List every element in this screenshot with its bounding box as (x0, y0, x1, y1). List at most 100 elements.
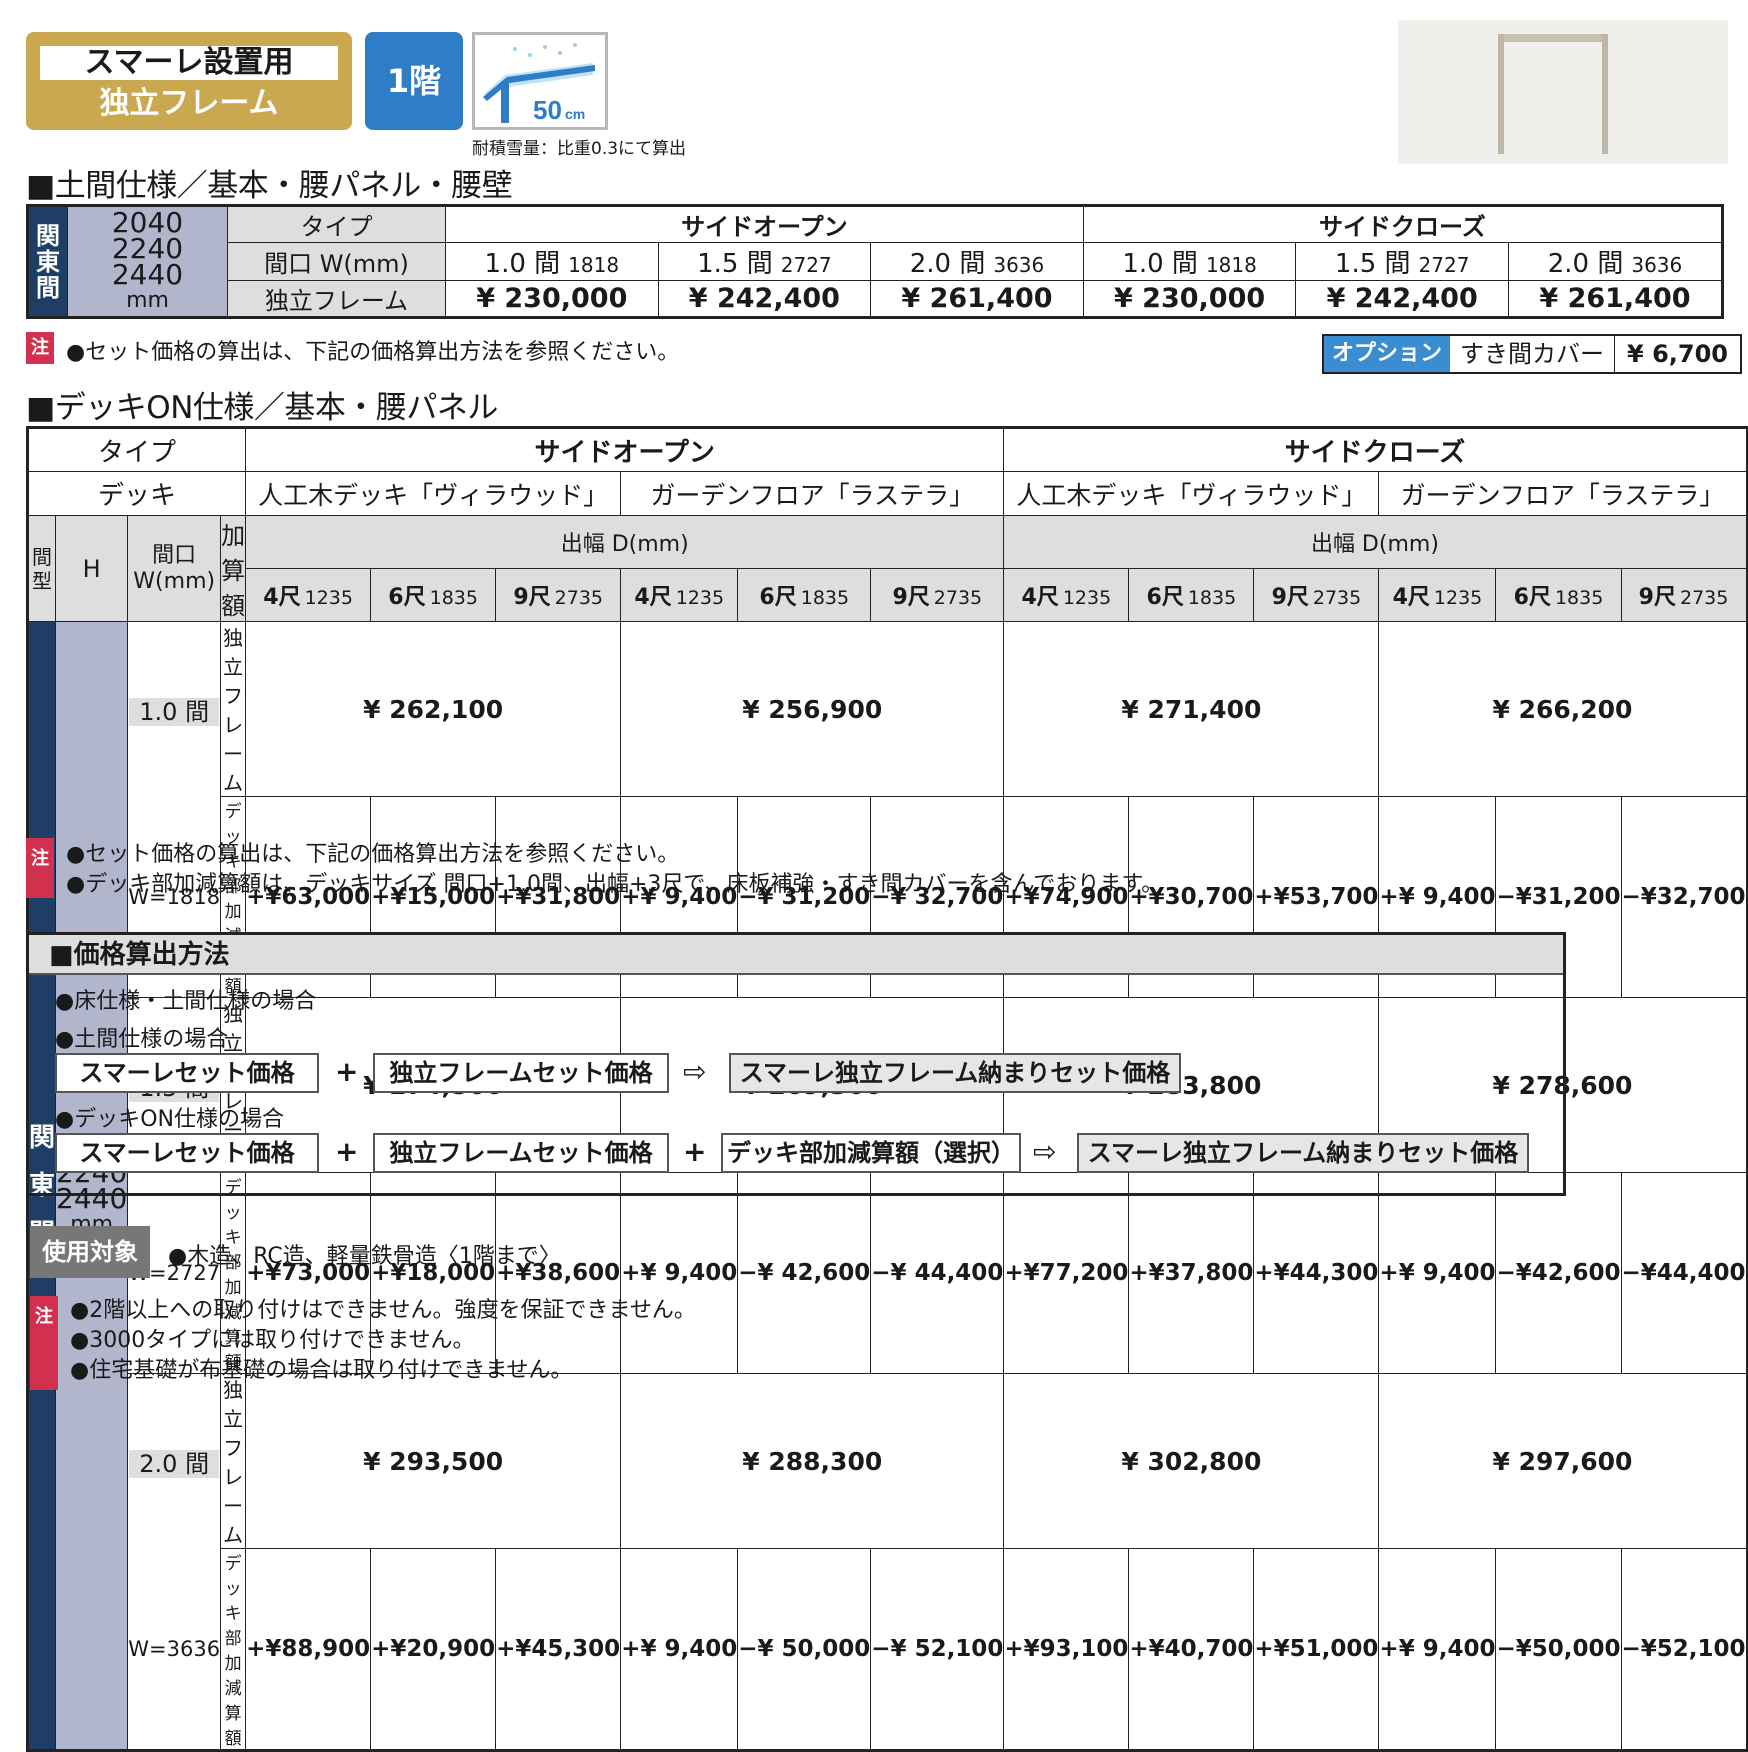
depth-cell: 9尺 2735 (1620, 568, 1748, 622)
depth-sub: 1835 (1554, 587, 1604, 609)
note-label: 注 (26, 332, 54, 364)
deck-add-value: −¥ 44,400 (870, 1172, 1005, 1374)
width-main: 1.0 間 (484, 249, 561, 279)
snow-load-icon: 50 cm (472, 32, 608, 130)
width-sub: 3636 (1631, 253, 1683, 277)
box-smare-2: スマーレセット価格 (55, 1133, 319, 1173)
frame-price: ¥ 266,200 (1378, 621, 1748, 797)
section2-note-2: ●デッキ部加減算額は、デッキサイズ 間口+1.0間、出幅+3尺で、床板補強・すき… (66, 872, 1164, 897)
depth-sub: 1835 (800, 587, 850, 609)
arrow-1: ⇨ (683, 1055, 707, 1088)
plus-3: + (683, 1135, 707, 1168)
deck-add-value: −¥32,700 (1620, 796, 1748, 998)
deck-add-value: −¥52,100 (1620, 1548, 1748, 1751)
box-frame-1: 独立フレームセット価格 (373, 1053, 669, 1093)
frame-row: 2.0 間独立フレーム ¥ 293,500 ¥ 288,300 ¥ 302,800 ¥ … (28, 1373, 1748, 1549)
depth-cell: 6尺 1835 (1495, 568, 1622, 622)
depth-cell: 6尺 1835 (1128, 568, 1255, 622)
section2-heading: ■デッキON仕様／基本・腰パネル (26, 390, 498, 426)
width-sub: 3636 (993, 253, 1045, 277)
frame-label: 独立フレーム (220, 1373, 247, 1549)
usage-text: ●木造、RC造、軽量鉄骨造〈1階まで〉 (168, 1244, 561, 1269)
deck-name: ガーデンフロア「ラステラ」 (620, 471, 1005, 516)
width-label: 1.0 間 (129, 697, 220, 726)
width-sub: 1818 (568, 253, 620, 277)
width-main: 1.0 間 (1122, 249, 1198, 279)
deck-add-value: −¥42,600 (1495, 1172, 1622, 1374)
deck-add-value: −¥44,400 (1620, 1172, 1748, 1374)
depth-main: 9尺 (1638, 585, 1676, 610)
width-sub: 2727 (780, 253, 832, 277)
calc-line1: ●床仕様・土間仕様の場合 (55, 989, 317, 1014)
frame-price: ¥ 256,900 (620, 621, 1005, 797)
deck-add-value: −¥ 42,600 (737, 1172, 872, 1374)
deck-name: 人工木デッキ「ヴィラウッド」 (245, 471, 622, 516)
bottom-note-2: ●3000タイプには取り付けできません。 (70, 1328, 475, 1353)
width-cell: 2.0 間 3636 (1507, 242, 1724, 281)
deck-add-value: +¥88,900 (245, 1548, 372, 1751)
snow-value: 50 (533, 95, 562, 125)
box-smare-1: スマーレセット価格 (55, 1053, 319, 1093)
depth-cell: 9尺 2735 (1253, 568, 1380, 622)
bottom-note-label: 注 (30, 1296, 58, 1390)
depth-sub: 2735 (554, 587, 603, 609)
usage-label: 使用対象 (30, 1226, 150, 1278)
frame-price: ¥ 261,400 (1507, 280, 1724, 318)
depth-main: 9尺 (513, 585, 551, 610)
width-main: 2.0 間 (1547, 249, 1624, 279)
row-label-type: タイプ (227, 205, 446, 243)
frame-price: ¥ 297,600 (1378, 1373, 1748, 1549)
frame-price: ¥ 302,800 (1003, 1373, 1380, 1549)
frame-price: ¥ 288,300 (620, 1373, 1005, 1549)
box-result-2: スマーレ独立フレーム納まりセット価格 (1077, 1133, 1529, 1173)
width-sub: 1818 (1205, 253, 1257, 277)
depth-main: 9尺 (1271, 585, 1309, 610)
depth-main: 6尺 (1146, 585, 1184, 610)
deck-label: デッキ (26, 471, 247, 516)
bottom-note-3: ●住宅基礎が布基礎の場合は取り付けできません。 (70, 1358, 573, 1383)
col-h: H (55, 515, 129, 622)
col-add: 加算額 (220, 515, 247, 622)
depth-main: 6尺 (759, 585, 797, 610)
width-sub: 2727 (1418, 253, 1470, 277)
deck-add-row: W=3636 デッキ部加減算額 +¥88,900 +¥20,900 +¥45,300 +¥… (28, 1548, 1748, 1751)
frame-price: ¥ 242,400 (657, 280, 872, 318)
width-main: 1.5 間 (1334, 249, 1411, 279)
deck-add-value: +¥ 9,400 (1378, 1172, 1497, 1374)
deck-add-value: +¥40,700 (1128, 1548, 1255, 1751)
snow-unit: cm (565, 106, 585, 122)
calc-line2: ●土間仕様の場合 (55, 1027, 229, 1052)
width-w: W=3636 (127, 1548, 222, 1751)
depth-main: 4尺 (1392, 585, 1430, 610)
frame-price: ¥ 230,000 (445, 280, 659, 318)
type-open: サイドオープン (245, 427, 1005, 472)
width-cell: 1.0 間 (127, 621, 222, 797)
depth-cell: 9尺 2735 (495, 568, 622, 622)
width-cell: 2.0 間 (127, 1373, 222, 1549)
row-label-frame: 独立フレーム (227, 280, 446, 318)
col-model: 間型 (26, 515, 57, 622)
box-deck: デッキ部加減算額（選択） (721, 1133, 1021, 1173)
depth-sub: 2735 (1312, 587, 1362, 609)
frame-price: ¥ 261,400 (870, 280, 1084, 318)
frame-price: ¥ 293,500 (245, 1373, 622, 1549)
region-label: 関東間 (27, 205, 68, 318)
row-label-width: 間口 W(mm) (227, 242, 446, 281)
calc-heading: ■価格算出方法 (29, 935, 1563, 975)
deck-add-value: +¥ 9,400 (1378, 1548, 1497, 1751)
section1-note: ●セット価格の算出は、下記の価格算出方法を参照ください。 (66, 340, 680, 365)
depth-main: 6尺 (388, 585, 426, 610)
option-price: ¥ 6,700 (1627, 340, 1728, 368)
type-open: サイドオープン (445, 205, 1084, 243)
frame-row: 関東間204022402440mm1.0 間独立フレーム¥ 262,100¥ 2… (26, 621, 1748, 1751)
frame-price: ¥ 262,100 (245, 621, 622, 797)
bottom-note-1: ●2階以上への取り付けはできません。強度を保証できません。 (70, 1298, 696, 1323)
title-badge: スマーレ設置用 独立フレーム (26, 32, 352, 130)
depth-cell: 4尺 1235 (1378, 568, 1497, 622)
depth-sub: 1835 (1187, 587, 1237, 609)
depth-sub: 1235 (304, 587, 353, 609)
depth-main: 4尺 (263, 585, 301, 610)
depth-cell: 9尺 2735 (870, 568, 1005, 622)
box-result-1: スマーレ独立フレーム納まりセット価格 (729, 1053, 1181, 1093)
bottom-notes: ●2階以上への取り付けはできません。強度を保証できません。 ●3000タイプには… (70, 1296, 696, 1386)
